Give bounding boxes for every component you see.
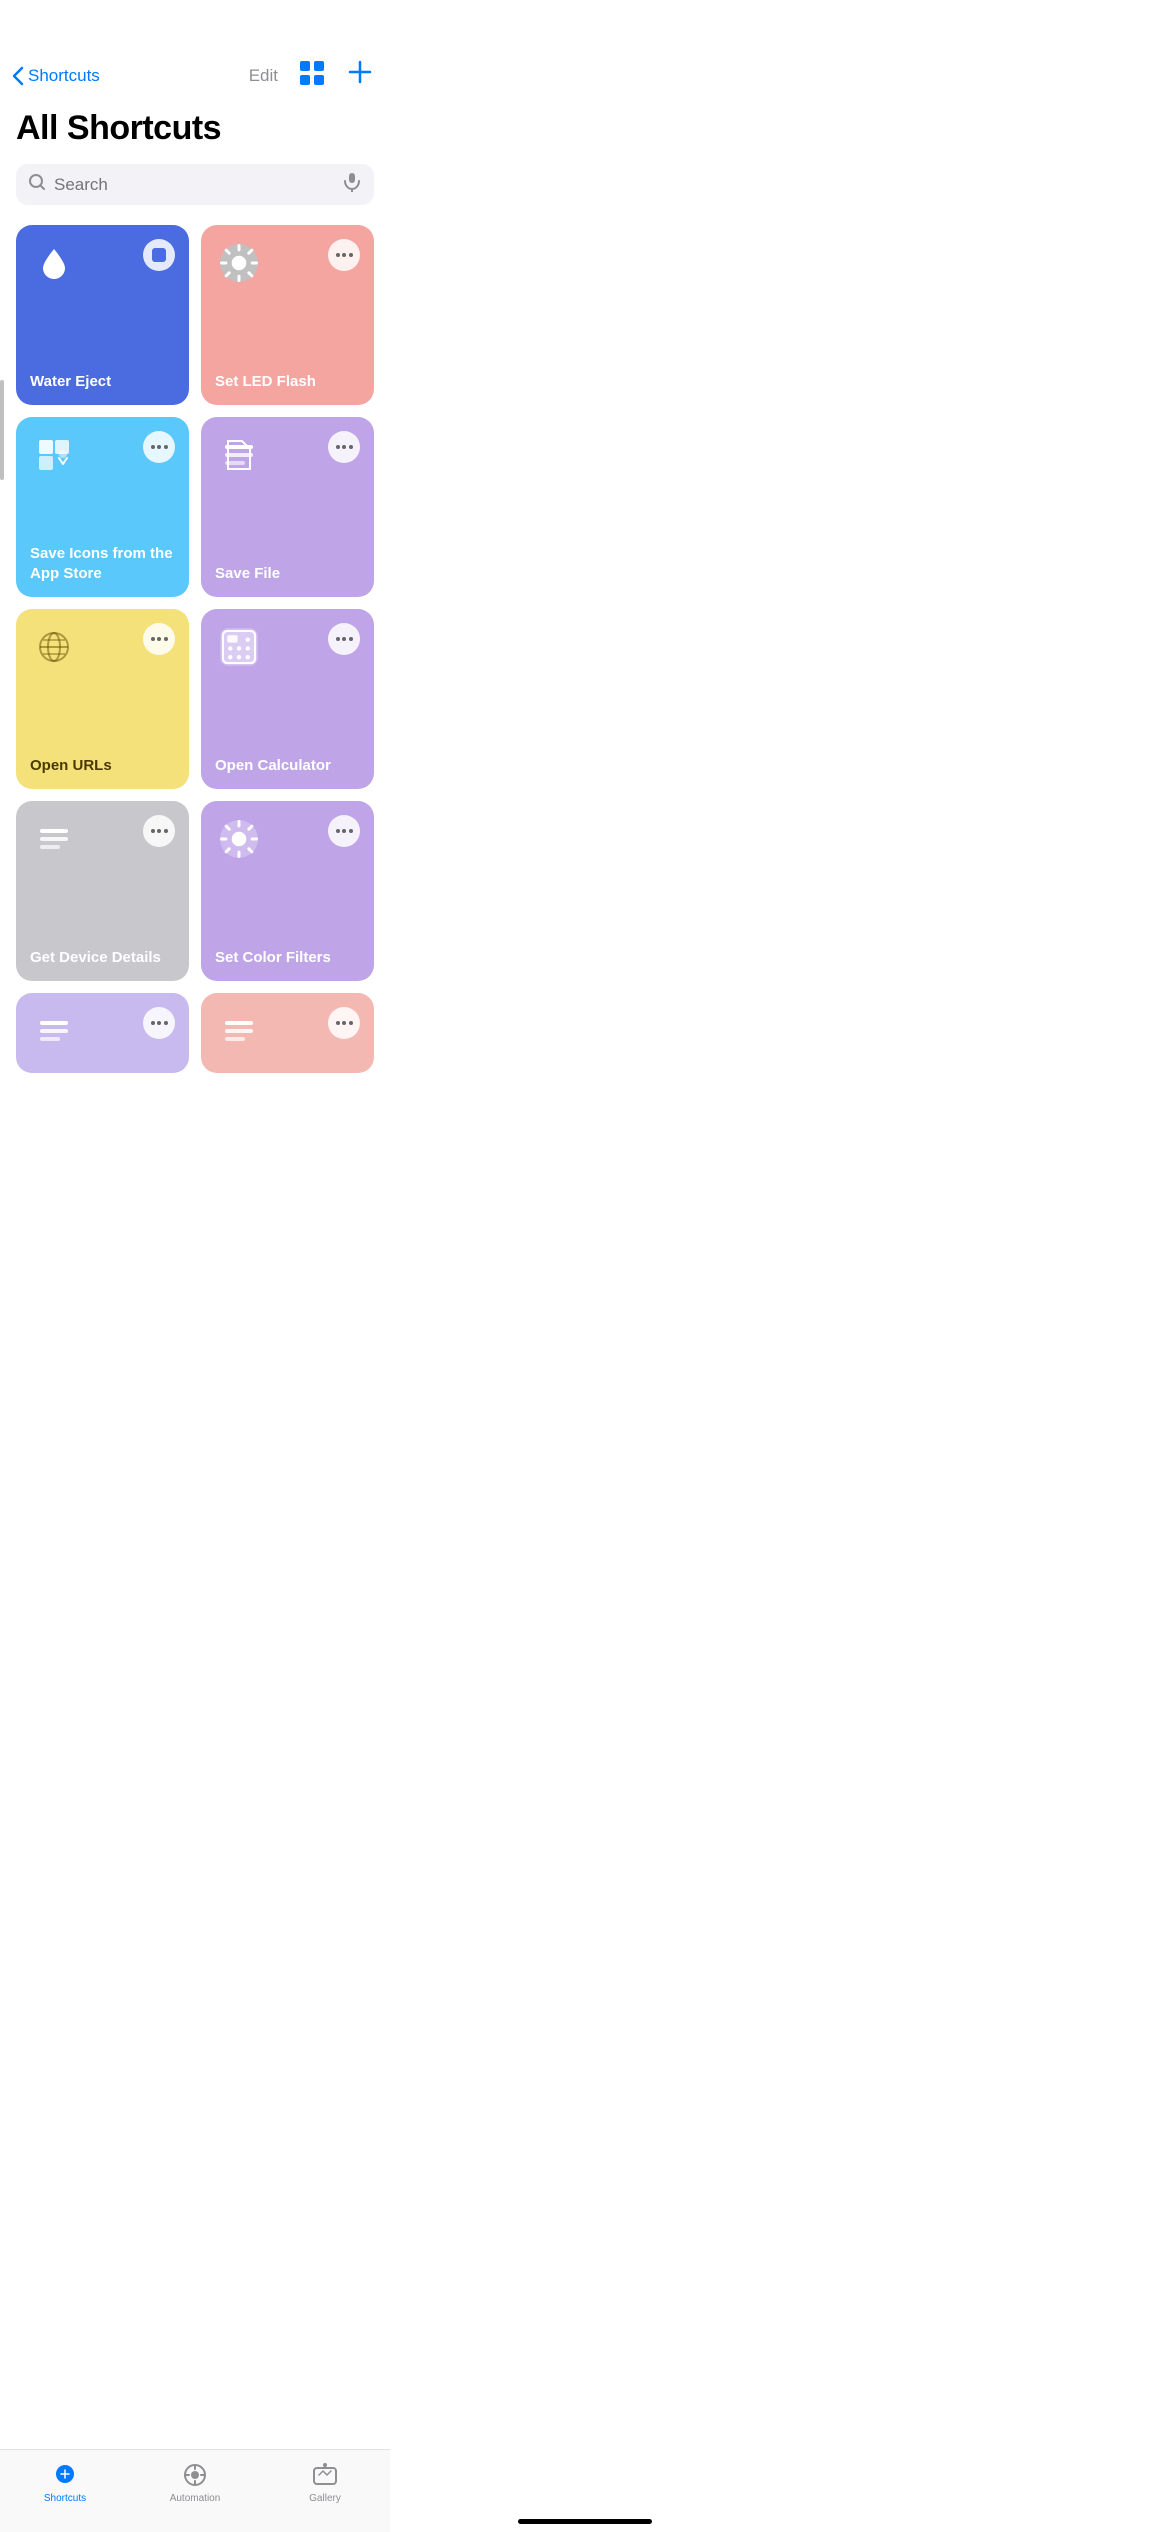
card-top xyxy=(215,1007,360,1055)
card-top xyxy=(30,623,175,671)
shortcut-9-icon xyxy=(30,1007,78,1055)
card-top xyxy=(30,431,175,479)
three-dots-icon xyxy=(151,637,168,641)
open-urls-icon xyxy=(30,623,78,671)
three-dots-icon xyxy=(336,637,353,641)
chevron-left-icon xyxy=(12,66,24,86)
search-bar[interactable] xyxy=(16,164,374,205)
add-shortcut-button[interactable] xyxy=(346,58,374,93)
more-options-button[interactable] xyxy=(328,431,360,463)
shortcut-10-icon xyxy=(215,1007,263,1055)
three-dots-icon xyxy=(336,829,353,833)
more-options-button[interactable] xyxy=(143,623,175,655)
edit-button[interactable]: Edit xyxy=(249,66,278,86)
search-icon xyxy=(28,173,46,196)
shortcut-label-get-device-details: Get Device Details xyxy=(30,948,175,968)
shortcut-card-set-led-flash[interactable]: Set LED Flash xyxy=(201,225,374,405)
open-calculator-icon xyxy=(215,623,263,671)
shortcut-label-save-icons: Save Icons from the App Store xyxy=(30,544,175,583)
more-options-button[interactable] xyxy=(143,1007,175,1039)
shortcut-card-9[interactable] xyxy=(16,993,189,1073)
shortcut-label-open-urls: Open URLs xyxy=(30,756,175,776)
shortcut-label-water-eject: Water Eject xyxy=(30,372,175,392)
shortcut-card-open-urls[interactable]: Open URLs xyxy=(16,609,189,789)
card-top xyxy=(215,431,360,479)
grid-view-button[interactable] xyxy=(298,59,326,92)
shortcut-label-set-color-filters: Set Color Filters xyxy=(215,948,360,968)
card-top xyxy=(30,1007,175,1055)
shortcuts-tab-label: Shortcuts xyxy=(44,2493,86,2504)
shortcut-card-10[interactable] xyxy=(201,993,374,1073)
more-options-button[interactable] xyxy=(143,815,175,847)
shortcut-card-save-file[interactable]: Save File xyxy=(201,417,374,597)
set-led-icon xyxy=(215,239,263,287)
tab-automation[interactable]: Automation xyxy=(130,2460,260,2504)
page-title: All Shortcuts xyxy=(0,101,390,164)
plus-icon xyxy=(346,58,374,86)
get-device-details-icon xyxy=(30,815,78,863)
nav-actions: Edit xyxy=(249,58,374,93)
stop-button[interactable] xyxy=(143,239,175,271)
scroll-indicator xyxy=(0,380,4,480)
shortcut-card-water-eject[interactable]: Water Eject xyxy=(16,225,189,405)
more-options-button[interactable] xyxy=(143,431,175,463)
shortcuts-tab-icon xyxy=(50,2460,80,2490)
shortcut-card-open-calculator[interactable]: Open Calculator xyxy=(201,609,374,789)
three-dots-icon xyxy=(336,253,353,257)
water-eject-icon xyxy=(30,239,78,287)
shortcut-label-open-calculator: Open Calculator xyxy=(215,756,360,776)
stop-icon xyxy=(152,248,166,262)
gallery-tab-label: Gallery xyxy=(309,2493,341,2504)
set-color-filters-icon xyxy=(215,815,263,863)
card-top xyxy=(215,623,360,671)
search-input[interactable] xyxy=(54,175,334,195)
card-top xyxy=(30,815,175,863)
card-top xyxy=(30,239,175,287)
save-icons-icon xyxy=(30,431,78,479)
tab-bar: Shortcuts Automation Gallery xyxy=(0,2449,390,2532)
status-bar xyxy=(0,0,390,50)
tab-gallery[interactable]: Gallery xyxy=(260,2460,390,2504)
home-indicator xyxy=(518,2519,652,2524)
card-top xyxy=(215,815,360,863)
three-dots-icon xyxy=(151,445,168,449)
grid-icon xyxy=(298,59,326,87)
three-dots-icon xyxy=(336,445,353,449)
shortcut-card-set-color-filters[interactable]: Set Color Filters xyxy=(201,801,374,981)
shortcut-card-save-icons[interactable]: Save Icons from the App Store xyxy=(16,417,189,597)
shortcut-label-set-led-flash: Set LED Flash xyxy=(215,372,360,392)
save-file-icon xyxy=(215,431,263,479)
microphone-icon[interactable] xyxy=(342,172,362,197)
automation-tab-icon xyxy=(180,2460,210,2490)
gallery-tab-icon xyxy=(310,2460,340,2490)
shortcut-label-save-file: Save File xyxy=(215,564,360,584)
shortcut-card-get-device-details[interactable]: Get Device Details xyxy=(16,801,189,981)
three-dots-icon xyxy=(336,1021,353,1025)
three-dots-icon xyxy=(151,829,168,833)
three-dots-icon xyxy=(151,1021,168,1025)
more-options-button[interactable] xyxy=(328,815,360,847)
automation-tab-label: Automation xyxy=(170,2493,221,2504)
more-options-button[interactable] xyxy=(328,623,360,655)
card-top xyxy=(215,239,360,287)
back-button[interactable]: Shortcuts xyxy=(12,66,100,86)
back-label: Shortcuts xyxy=(28,66,100,86)
more-options-button[interactable] xyxy=(328,239,360,271)
more-options-button[interactable] xyxy=(328,1007,360,1039)
tab-shortcuts[interactable]: Shortcuts xyxy=(0,2460,130,2504)
shortcuts-grid: Water Eject Set LED Flash xyxy=(0,221,390,1089)
nav-bar: Shortcuts Edit xyxy=(0,50,390,101)
